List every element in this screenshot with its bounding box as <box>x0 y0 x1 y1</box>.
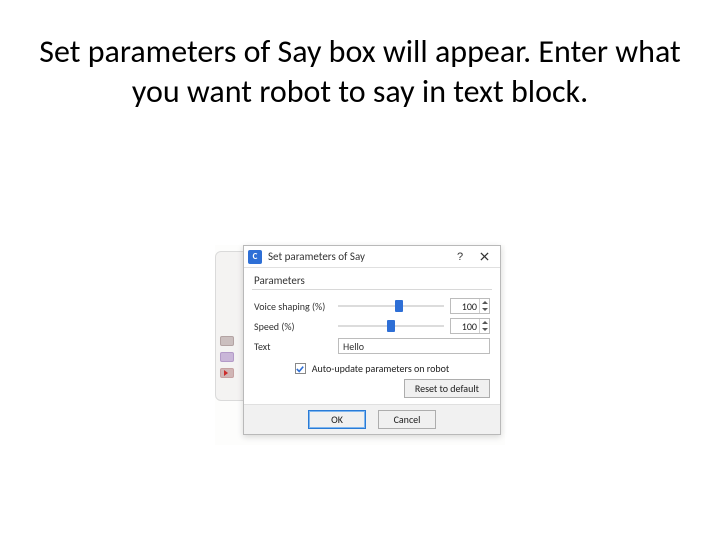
app-icon <box>248 250 262 264</box>
cancel-button[interactable]: Cancel <box>378 410 436 429</box>
dialog-title: Set parameters of Say <box>268 250 448 263</box>
spin-up-icon[interactable] <box>479 319 489 326</box>
parameters-section-label: Parameters <box>244 268 500 289</box>
text-row: Text Hello <box>244 336 500 356</box>
slider-thumb[interactable] <box>387 320 395 332</box>
text-input-value: Hello <box>343 340 364 353</box>
auto-update-row: Auto-update parameters on robot <box>244 356 500 377</box>
set-parameters-dialog: Set parameters of Say ? Parameters Voice… <box>243 245 501 435</box>
speed-slider[interactable] <box>338 319 444 333</box>
text-label: Text <box>254 340 332 353</box>
ok-button[interactable]: OK <box>308 410 366 429</box>
spin-down-icon[interactable] <box>479 326 489 333</box>
spin-up-icon[interactable] <box>479 299 489 306</box>
behind-block-icon <box>220 336 234 346</box>
spin-down-icon[interactable] <box>479 306 489 313</box>
speed-row: Speed (%) 100 <box>244 316 500 336</box>
divider <box>252 289 492 290</box>
voice-shaping-value: 100 <box>451 300 479 313</box>
dialog-footer: OK Cancel <box>244 404 500 434</box>
help-button[interactable]: ? <box>448 248 472 266</box>
behind-block-icon <box>220 368 234 378</box>
slide-title: Set parameters of Say box will appear. E… <box>30 32 690 112</box>
voice-shaping-label: Voice shaping (%) <box>254 300 332 313</box>
slider-track <box>338 305 444 307</box>
speed-label: Speed (%) <box>254 320 332 333</box>
screenshot-region: Set parameters of Say ? Parameters Voice… <box>215 245 505 445</box>
close-button[interactable] <box>472 248 496 266</box>
checkmark-icon <box>296 365 304 373</box>
slider-thumb[interactable] <box>395 300 403 312</box>
voice-shaping-spinbox[interactable]: 100 <box>450 298 490 314</box>
speed-spinbox[interactable]: 100 <box>450 318 490 334</box>
close-icon <box>480 252 489 261</box>
speed-value: 100 <box>451 320 479 333</box>
reset-row: Reset to default <box>244 377 500 404</box>
auto-update-checkbox[interactable] <box>295 363 306 374</box>
reset-to-default-button[interactable]: Reset to default <box>404 379 490 398</box>
spin-buttons[interactable] <box>479 319 489 333</box>
behind-block-icon <box>220 352 234 362</box>
auto-update-label: Auto-update parameters on robot <box>312 362 450 375</box>
voice-shaping-slider[interactable] <box>338 299 444 313</box>
text-input[interactable]: Hello <box>338 338 490 354</box>
voice-shaping-row: Voice shaping (%) 100 <box>244 296 500 316</box>
dialog-titlebar[interactable]: Set parameters of Say ? <box>244 246 500 268</box>
spin-buttons[interactable] <box>479 299 489 313</box>
